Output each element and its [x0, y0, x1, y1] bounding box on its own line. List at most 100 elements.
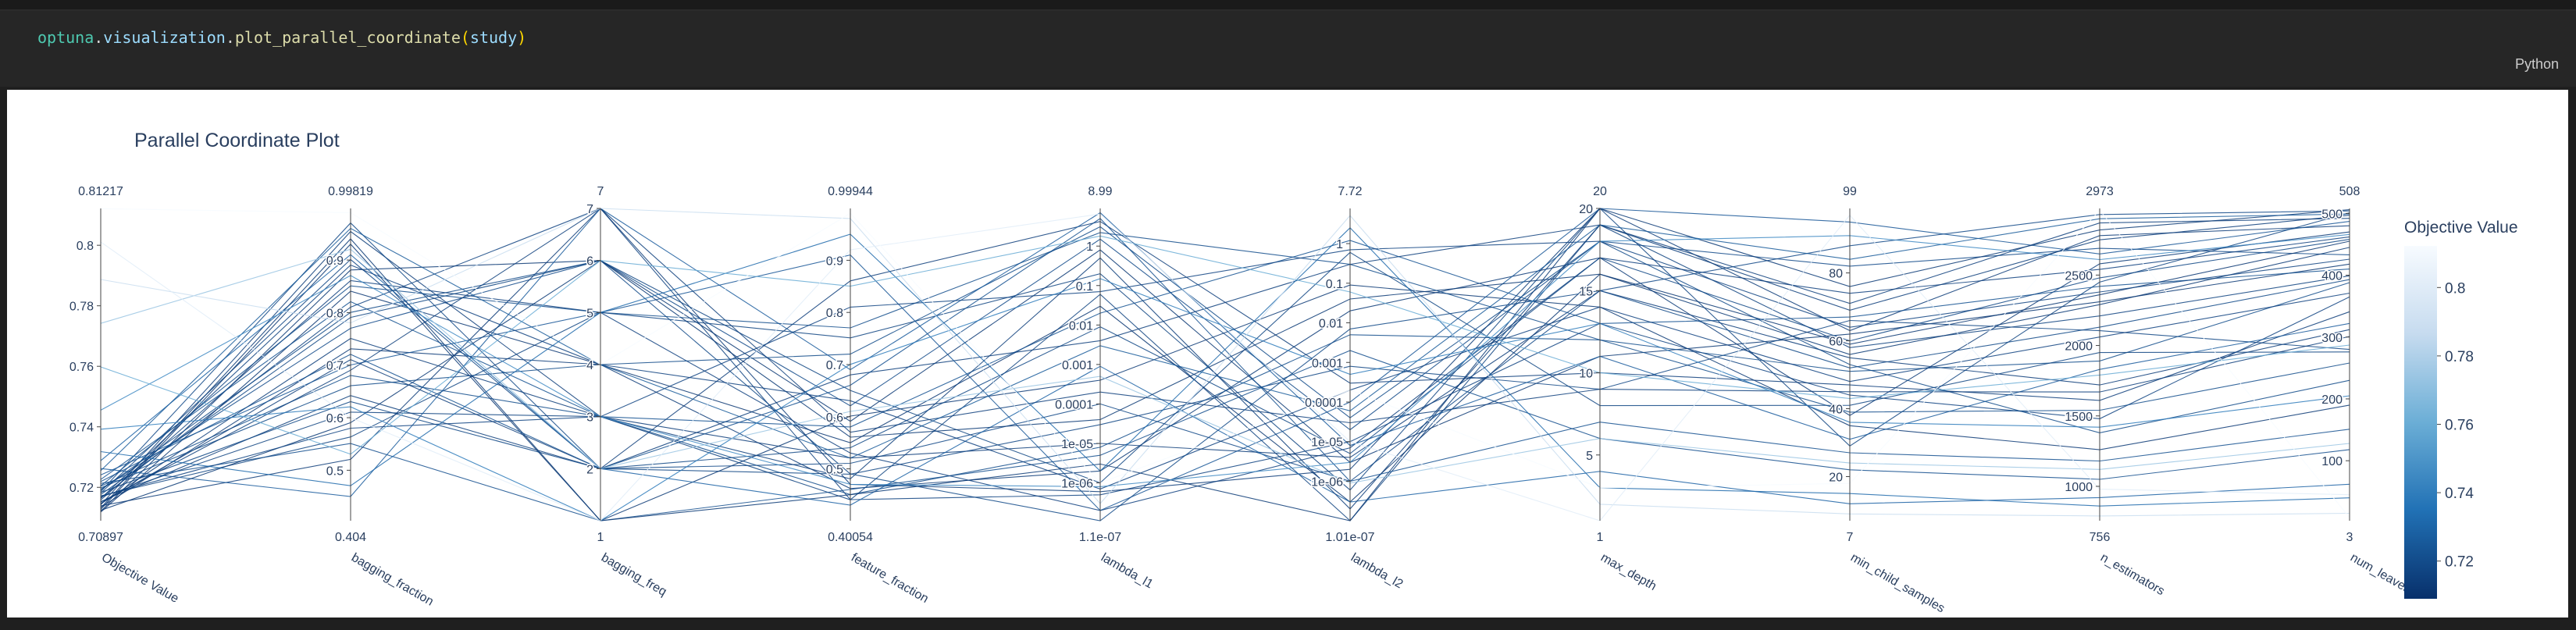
colorbar-ticks: 0.8 0.78 0.76 0.74 0.72 [2437, 280, 2474, 571]
axis-tick-label: 0.6 [826, 411, 843, 425]
axis-tick-label: 5 [586, 307, 593, 320]
code-cell[interactable]: optuna.visualization.plot_parallel_coord… [0, 11, 2576, 87]
trial-line [100, 210, 2350, 493]
axis-tick-label: 3 [586, 411, 593, 425]
axis-tick-label: 20 [1579, 203, 1593, 216]
axis-name: lambda_l1 [1099, 551, 1156, 592]
axis-tick-label: 0.8 [826, 307, 843, 320]
code-dot: . [94, 28, 104, 47]
axis-max-label: 2973 [2086, 185, 2114, 198]
axis-tick-label: 500 [2321, 208, 2343, 221]
axis-tick-label: 2000 [2065, 340, 2093, 354]
axis-tick-label: 0.5 [326, 464, 344, 478]
axis-max-label: 7 [597, 185, 604, 198]
axis-tick-label: 0.0001 [1055, 398, 1093, 411]
colorbar-tick-label: 0.72 [2445, 554, 2474, 571]
colorbar-tick-label: 0.8 [2445, 280, 2465, 297]
axis-name: Objective Value [99, 551, 181, 606]
language-label[interactable]: Python [2515, 56, 2559, 73]
axis-tick-label: 0.6 [326, 412, 344, 425]
code-module: optuna [37, 28, 94, 47]
axis-min-label: 1.01e-07 [1325, 531, 1374, 544]
axis-max-label: 0.99944 [828, 185, 873, 198]
axis-tick-label: 0.01 [1319, 318, 1343, 331]
axis-min-label: 756 [2090, 531, 2111, 544]
axis-tick-label: 2 [586, 463, 593, 476]
axis-tick-label: 0.7 [326, 360, 344, 373]
axis-tick-label: 7 [586, 203, 593, 216]
axis-max-label: 8.99 [1088, 185, 1112, 198]
axis-tick-label: 1e-05 [1311, 436, 1343, 450]
axis-name: lambda_l2 [1349, 551, 1406, 592]
trial-line [100, 350, 2350, 521]
axis-max-label: 20 [1593, 185, 1607, 198]
axis-name: num_leaves [2348, 551, 2413, 596]
axis-tick-label: 400 [2321, 270, 2343, 283]
axis-tick-label: 0.001 [1312, 357, 1343, 370]
axis-tick-label: 200 [2321, 393, 2343, 407]
axis-max-label: 0.81217 [78, 185, 123, 198]
axis-tick-label: 0.78 [69, 301, 94, 314]
axis-tick-label: 0.1 [1326, 278, 1343, 291]
axis-tick-label: 6 [586, 255, 593, 269]
trial-line [100, 227, 2350, 507]
axis-tick-label: 0.1 [1076, 280, 1093, 294]
axis-name: max_depth [1598, 551, 1659, 593]
code-paren-open: ( [460, 28, 470, 47]
axis-tick-label: 1000 [2065, 481, 2093, 494]
code-line[interactable]: optuna.visualization.plot_parallel_coord… [37, 28, 526, 47]
axis-tick-label: 0.8 [77, 240, 94, 253]
axis-tick-label: 1 [1086, 240, 1093, 254]
axis-tick-label: 100 [2321, 455, 2343, 468]
axis-tick-label: 0.9 [826, 254, 843, 268]
axis-tick-label: 0.9 [326, 254, 344, 268]
axis-min-label: 0.40054 [828, 531, 873, 544]
code-dot: . [225, 28, 235, 47]
trial-line [100, 215, 2350, 510]
axis-tick-label: 0.7 [826, 359, 843, 372]
colorbar-title: Objective Value [2404, 219, 2518, 237]
axis-tick-label: 15 [1579, 285, 1593, 298]
axis-tick-label: 300 [2321, 332, 2343, 345]
code-submodule: visualization [103, 28, 226, 47]
output-panel: Parallel Coordinate Plot 0.72 0.74 0.76 0.7… [7, 90, 2568, 618]
axis-tick-label: 0.001 [1062, 359, 1093, 372]
cell-separator [0, 0, 2576, 11]
colorbar [2404, 246, 2437, 599]
axis-tick-label: 4 [586, 359, 593, 372]
trial-line [100, 208, 2350, 518]
parallel-coordinate-plot[interactable]: Parallel Coordinate Plot 0.720.740.760.7… [7, 90, 2568, 618]
axis-name: min_child_samples [1848, 551, 1947, 616]
trial-line [100, 231, 2350, 508]
axis-min-label: 1.1e-07 [1079, 531, 1121, 544]
axis-tick-label: 2500 [2065, 269, 2093, 283]
axis-tick-label: 1e-06 [1311, 475, 1343, 489]
axis-max-label: 7.72 [1338, 185, 1362, 198]
code-argument: study [469, 28, 518, 47]
trial-line [100, 240, 2350, 513]
code-function: plot_parallel_coordinate [234, 28, 461, 47]
axis-min-label: 3 [2346, 531, 2353, 544]
axis-name: n_estimators [2098, 551, 2167, 599]
axis-tick-label: 0.0001 [1305, 397, 1343, 410]
trial-line [100, 249, 2350, 512]
axis-tick-label: 0.8 [326, 307, 344, 320]
trial-line [100, 236, 2350, 511]
axis-min-label: 1 [1597, 531, 1604, 544]
axis-max-label: 0.99819 [328, 185, 373, 198]
axis-min-label: 0.70897 [78, 531, 123, 544]
trial-line [100, 278, 2350, 521]
axis-min-label: 0.404 [335, 531, 366, 544]
axis-max-label: 99 [1843, 185, 1857, 198]
axis-min-label: 7 [1847, 531, 1854, 544]
axis-tick-label: 10 [1579, 368, 1593, 381]
colorbar-tick-label: 0.76 [2445, 417, 2474, 433]
colorbar-tick-label: 0.78 [2445, 349, 2474, 365]
axes-group: 0.720.740.760.780.80.812170.70897Objecti… [68, 185, 2413, 616]
axis-max-label: 508 [2339, 185, 2360, 198]
axis-tick-label: 1e-05 [1061, 438, 1093, 451]
trial-line [100, 208, 2350, 507]
axis-tick-label: 0.5 [826, 464, 843, 477]
trial-lines [100, 208, 2350, 521]
axis-tick-label: 1e-06 [1061, 478, 1093, 491]
